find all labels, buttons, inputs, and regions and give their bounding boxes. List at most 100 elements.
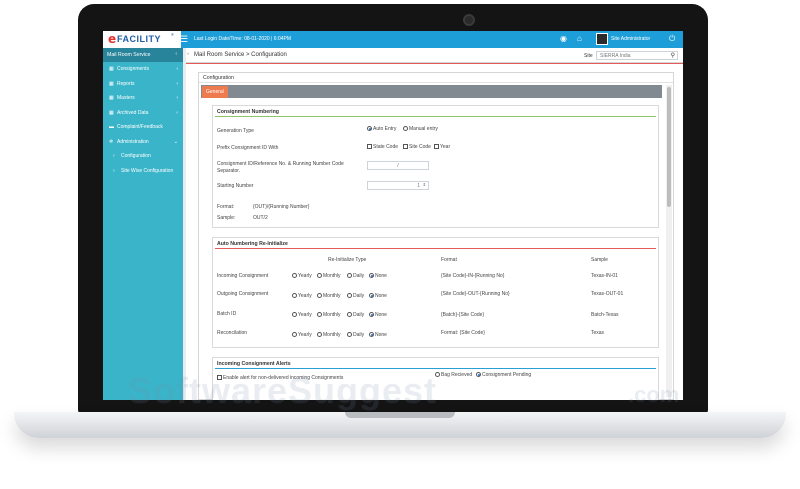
col-reinit-type: Re-Initialize Type — [328, 257, 367, 263]
row-sample: Batch-Texas — [591, 312, 619, 318]
sidebar-item-consignments[interactable]: ▦ Consignments ‹ — [103, 62, 183, 77]
logo-e: e — [108, 32, 117, 46]
grid-icon: ▦ — [109, 109, 114, 116]
search-icon[interactable]: ⚲ — [671, 52, 675, 59]
app-screen: e FACILITY ® ☰ Last Login Date/Time: 08-… — [103, 31, 683, 400]
generation-type-label: Generation Type — [217, 128, 254, 134]
radio-selected[interactable] — [367, 126, 372, 132]
sidebar-item-reports[interactable]: ▦ Reports ‹ — [103, 77, 183, 92]
comment-icon: ▬ — [109, 124, 114, 130]
sidebar-subitem-site-wise-configuration[interactable]: › Site Wise Configuration — [103, 164, 183, 179]
chevron-icon: ‹ — [176, 109, 178, 116]
yearly-radio[interactable]: Yearly — [292, 332, 312, 338]
watermark-suffix: .com — [628, 382, 680, 407]
prefix-label: Prefix Consignment ID With — [217, 145, 279, 151]
row-format: Format: {Site Code} — [441, 330, 485, 336]
site-selector[interactable]: SIERRA India ⚲ — [596, 51, 678, 60]
starting-number-input[interactable]: 1 ⇕ — [367, 181, 429, 190]
consignment-pending-radio[interactable]: Consignment Pending — [476, 372, 531, 378]
grid-icon: ▦ — [109, 80, 114, 87]
radio[interactable] — [403, 126, 408, 132]
sidebar-item-administration[interactable]: ✲ Administration ⌄ — [103, 135, 183, 150]
logo-text: FACILITY — [117, 34, 161, 44]
sidebar-subitem-configuration[interactable]: › Configuration — [103, 149, 183, 164]
auto-entry-radio[interactable]: Auto Entry — [367, 126, 396, 132]
main-content: ˄ Mail Room Service > Configuration Site… — [186, 48, 683, 400]
section-title: Incoming Consignment Alerts — [217, 361, 291, 367]
row-sample: Texas-OUT-01 — [591, 291, 624, 297]
row-label: Outgoing Consignment — [217, 291, 269, 297]
site-label: Site — [584, 53, 593, 59]
panel-title: Configuration — [199, 73, 673, 83]
chevron-icon: ‹ — [176, 80, 178, 87]
sidebar-module-header[interactable]: Mail Room Service ‹ — [103, 48, 183, 62]
daily-radio[interactable]: Daily — [347, 293, 364, 299]
site-code-checkbox[interactable]: Site Code — [403, 144, 431, 150]
yearly-radio[interactable]: Yearly — [292, 293, 312, 299]
none-radio[interactable]: None — [369, 293, 387, 299]
last-login: Last Login Date/Time: 08-01-2020 | 6:04P… — [194, 36, 292, 42]
configuration-panel: Configuration General Consignment Number… — [198, 72, 674, 400]
chevron-icon: ‹ — [176, 95, 178, 101]
scrollbar-thumb[interactable] — [667, 87, 671, 207]
section-divider — [215, 248, 656, 249]
bullet-icon: › — [113, 153, 115, 159]
row-format: {Batch}-{Site Code} — [441, 312, 485, 318]
sidebar: Mail Room Service ‹ ▦ Consignments ‹ ▦ Rep… — [103, 48, 183, 400]
watermark: SoftwareSuggest — [128, 370, 438, 411]
sidebar-item-masters[interactable]: ▦ Masters ‹ — [103, 91, 183, 106]
scrollbar[interactable] — [666, 85, 672, 397]
sidebar-item-complaint-feedback[interactable]: ▬ Complaint/Feedback — [103, 120, 183, 135]
monthly-radio[interactable]: Monthly — [317, 332, 341, 338]
chevron-down-icon: ⌄ — [173, 138, 178, 145]
yearly-radio[interactable]: Yearly — [292, 273, 312, 279]
webcam — [463, 14, 475, 26]
globe-icon[interactable]: ◉ — [560, 34, 567, 44]
yearly-radio[interactable]: Yearly — [292, 312, 312, 318]
sidebar-item-archived-data[interactable]: ▦ Archived Data ‹ — [103, 106, 183, 121]
avatar[interactable] — [596, 33, 608, 45]
breadcrumb: Mail Room Service > Configuration — [194, 52, 287, 58]
separator-input[interactable]: / — [367, 161, 429, 170]
monthly-radio[interactable]: Monthly — [317, 312, 341, 318]
daily-radio[interactable]: Daily — [347, 273, 364, 279]
collapse-icon[interactable]: ˄ — [187, 51, 189, 56]
consignment-numbering-section: Consignment Numbering Generation Type Au… — [212, 105, 659, 228]
row-label: Incoming Consignment — [217, 273, 269, 279]
menu-toggle-icon[interactable]: ☰ — [180, 34, 188, 45]
monthly-radio[interactable]: Monthly — [317, 293, 341, 299]
laptop-notch — [345, 412, 455, 418]
section-divider — [215, 116, 656, 117]
grid-icon: ▦ — [109, 66, 114, 72]
section-divider — [215, 368, 656, 369]
user-name[interactable]: Site Administrator — [611, 36, 650, 42]
col-format: Format — [441, 257, 457, 263]
separator-label: Consignment ID/Reference No. & Running N… — [217, 161, 344, 174]
row-format: {Site Code}-IN-{Running No} — [441, 273, 505, 279]
row-sample: Texas-IN-01 — [591, 273, 618, 279]
header-divider — [186, 63, 683, 64]
laptop-mockup: e FACILITY ® ☰ Last Login Date/Time: 08-… — [0, 0, 800, 489]
power-icon[interactable]: ⏻ — [669, 34, 675, 44]
none-radio[interactable]: None — [369, 332, 387, 338]
home-icon[interactable]: ⌂ — [577, 34, 582, 44]
daily-radio[interactable]: Daily — [347, 332, 364, 338]
chevron-icon: ‹ — [176, 66, 178, 72]
auto-numbering-section: Auto Numbering Re-Initialize Re-Initiali… — [212, 237, 659, 348]
none-radio[interactable]: None — [369, 273, 387, 279]
tab-general[interactable]: General — [202, 86, 228, 98]
none-radio[interactable]: None — [369, 312, 387, 318]
bullet-icon: › — [113, 167, 115, 174]
tab-bar: General — [201, 85, 662, 98]
state-code-checkbox[interactable]: State Code — [367, 144, 398, 150]
daily-radio[interactable]: Daily — [347, 312, 364, 318]
format-label: Format: — [217, 204, 235, 210]
year-checkbox[interactable]: Year — [434, 144, 450, 150]
stepper-icon[interactable]: ⇕ — [423, 182, 426, 187]
bag-received-radio[interactable]: Bag Recieved — [435, 372, 472, 378]
manual-entry-radio[interactable]: Manual entry — [403, 126, 438, 132]
row-label: Reconcilation — [217, 330, 248, 336]
row-sample: Texas — [591, 330, 605, 336]
monthly-radio[interactable]: Monthly — [317, 273, 341, 279]
sidebar-module-label: Mail Room Service — [107, 52, 151, 58]
